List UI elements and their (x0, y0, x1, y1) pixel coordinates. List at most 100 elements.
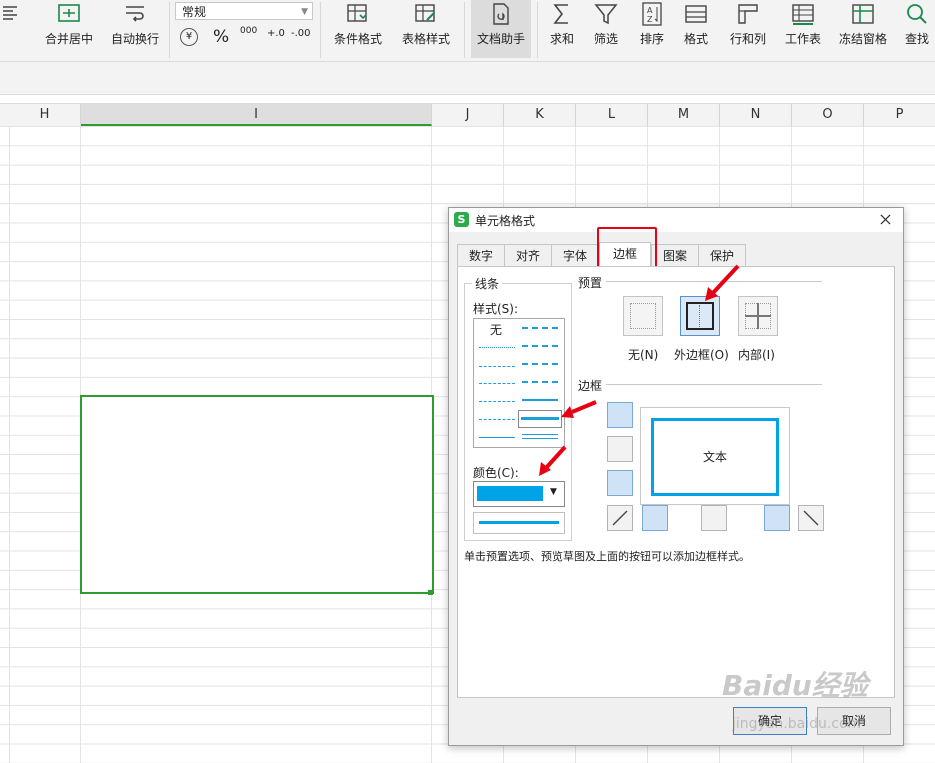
search-icon (907, 4, 927, 24)
line-style-thin[interactable] (479, 437, 515, 438)
format-button[interactable]: 格式 (676, 0, 716, 58)
line-group-title: 线条 (472, 275, 503, 292)
line-style-long-dash[interactable] (479, 419, 515, 420)
border-top-button[interactable] (607, 402, 633, 428)
tab-font[interactable]: 字体 (551, 244, 599, 267)
border-preview-area[interactable]: 文本 (640, 407, 790, 505)
worksheet-label: 工作表 (784, 32, 821, 46)
row-col-button[interactable]: 行和列 (722, 0, 774, 58)
column-header[interactable]: O (792, 104, 864, 126)
border-left-button[interactable] (642, 505, 668, 531)
border-diagonal-up-button[interactable] (607, 505, 633, 531)
preset-outline-button[interactable] (680, 296, 720, 336)
preset-inside-label: 内部(I) (738, 348, 775, 362)
border-middle-vertical-button[interactable] (701, 505, 727, 531)
column-header[interactable]: K (504, 104, 576, 126)
fill-handle[interactable] (428, 590, 433, 595)
wrap-text-icon (126, 6, 144, 22)
dialog-titlebar[interactable]: S 单元格格式 (449, 208, 903, 232)
line-style-dash-dot[interactable] (479, 401, 515, 402)
preset-none-button[interactable] (623, 296, 663, 336)
number-format-select[interactable]: 常规 ▼ (175, 2, 313, 20)
column-header[interactable]: P (864, 104, 935, 126)
increase-decimal-button[interactable]: +.0 (267, 28, 285, 39)
dialog-title: 单元格格式 (475, 214, 536, 228)
grid-column-line (9, 126, 10, 763)
conditional-format-icon (347, 4, 367, 22)
line-color-picker[interactable]: ▼ (473, 481, 565, 507)
merge-center-label: 合并居中 (44, 32, 93, 46)
find-button[interactable]: 查找 (899, 0, 935, 58)
align-icon-button[interactable] (0, 0, 24, 50)
percent-button[interactable]: % (213, 27, 229, 47)
sigma-icon (553, 4, 568, 24)
svg-text:Z: Z (647, 15, 653, 24)
line-style-thick (521, 417, 559, 420)
freeze-panes-button[interactable]: 冻结窗格 (833, 0, 893, 58)
border-middle-horizontal-button[interactable] (607, 436, 633, 462)
sum-button[interactable]: 求和 (542, 0, 582, 58)
border-tab-panel: 线条 样式(S): 无 颜色(C): ▼ 预置 无(N) 外边框(O) 内部(I… (457, 266, 895, 698)
line-style-medium[interactable] (522, 399, 558, 401)
line-style-dash-dot-dot[interactable] (479, 383, 515, 384)
column-header[interactable]: H (9, 104, 81, 126)
line-style-none[interactable]: 无 (490, 321, 502, 338)
line-style-list[interactable]: 无 (473, 318, 565, 448)
border-diagonal-down-button[interactable] (798, 505, 824, 531)
column-header[interactable]: N (720, 104, 792, 126)
border-bottom-button[interactable] (607, 470, 633, 496)
column-header[interactable]: M (648, 104, 720, 126)
line-color-swatch (477, 486, 543, 501)
ribbon-separator (320, 2, 321, 58)
line-preview-box (473, 512, 565, 534)
formula-bar-area (0, 62, 935, 95)
border-group-title: 边框 (578, 379, 603, 393)
line-style-slant-dash[interactable] (522, 345, 558, 347)
merge-center-button[interactable]: 合并居中 (36, 0, 102, 58)
ribbon-toolbar: 合并居中 自动换行 常规 ▼ ¥ % 000 +.0 -.00 条件格式 表格样… (0, 0, 935, 62)
currency-button[interactable]: ¥ (180, 28, 198, 46)
column-header[interactable]: J (432, 104, 504, 126)
column-header-bar: H I J K L M N O P (0, 103, 935, 127)
svg-text:A: A (647, 6, 653, 15)
selected-cell-range[interactable] (80, 395, 434, 594)
preset-inside-button[interactable] (738, 296, 778, 336)
tab-number[interactable]: 数字 (457, 244, 505, 267)
conditional-format-button[interactable]: 条件格式 (326, 0, 390, 58)
table-style-label: 表格样式 (401, 32, 450, 46)
preset-group-line (606, 281, 822, 282)
doc-helper-button[interactable]: 文档助手 (471, 0, 531, 58)
decrease-decimal-button[interactable]: -.00 (291, 28, 311, 39)
tab-pattern[interactable]: 图案 (651, 244, 699, 267)
worksheet-button[interactable]: 工作表 (777, 0, 829, 58)
close-icon[interactable] (880, 214, 891, 225)
table-style-button[interactable]: 表格样式 (394, 0, 458, 58)
conditional-format-label: 条件格式 (333, 32, 382, 46)
line-style-thick-selected[interactable] (518, 410, 562, 428)
sort-button[interactable]: AZ 排序 (632, 0, 672, 58)
filter-button[interactable]: 筛选 (586, 0, 626, 58)
column-header[interactable]: L (576, 104, 648, 126)
line-style-medium-dash-dot[interactable] (522, 327, 558, 329)
border-right-button[interactable] (764, 505, 790, 531)
wrap-text-label: 自动换行 (110, 32, 159, 46)
column-header[interactable]: I (81, 104, 432, 126)
tab-alignment[interactable]: 对齐 (504, 244, 552, 267)
line-style-double[interactable] (522, 434, 558, 439)
line-style-dotted[interactable] (479, 347, 515, 348)
style-label: 样式(S): (473, 302, 519, 316)
line-style-dash[interactable] (522, 381, 558, 383)
line-style-fine-dash[interactable] (479, 366, 515, 367)
watermark-brand: Baidu经验 (722, 669, 868, 702)
line-style-medium-dash[interactable] (522, 363, 558, 365)
color-label: 颜色(C): (473, 466, 519, 480)
preset-outline-label: 外边框(O) (674, 348, 729, 362)
thousands-separator-button[interactable]: 000 (240, 26, 257, 36)
wrap-text-button[interactable]: 自动换行 (106, 0, 164, 58)
sort-label: 排序 (639, 32, 664, 46)
tab-protection[interactable]: 保护 (698, 244, 746, 267)
wps-sheet-icon: S (454, 212, 469, 227)
doc-helper-icon (493, 3, 509, 25)
preset-inside-cross-h (745, 315, 771, 317)
ribbon-separator (537, 2, 538, 58)
